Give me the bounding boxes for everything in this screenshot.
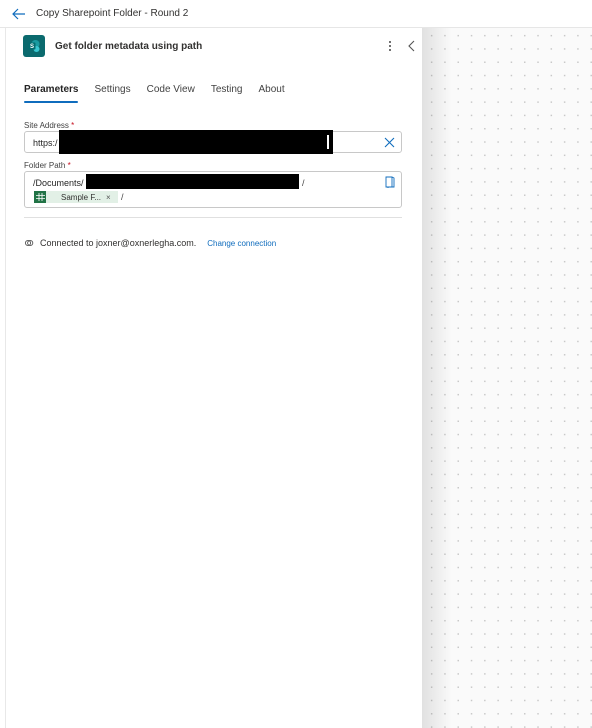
close-icon[interactable] — [384, 137, 395, 148]
panel-header: S Get folder metadata using path — [6, 28, 423, 64]
chevron-left-icon[interactable] — [406, 38, 418, 54]
folder-picker-icon[interactable] — [385, 176, 395, 188]
change-connection-link[interactable]: Change connection — [207, 239, 276, 248]
sharepoint-icon: S — [23, 35, 45, 57]
tab-parameters[interactable]: Parameters — [24, 84, 79, 103]
connection-info: Connected to joxner@oxnerlegha.com. Chan… — [24, 238, 276, 248]
arrow-left-icon[interactable] — [11, 6, 27, 22]
redacted-region — [59, 130, 333, 154]
tab-about[interactable]: About — [259, 84, 285, 103]
token-label: Sample F... — [61, 192, 102, 202]
more-vertical-icon[interactable] — [385, 38, 395, 54]
dynamic-content-token[interactable]: Sample F... × — [34, 191, 118, 203]
required-mark: * — [67, 161, 71, 170]
text-cursor — [327, 135, 329, 149]
folder-path-prefix: /Documents/ — [33, 178, 84, 188]
site-address-label: Site Address * — [24, 121, 75, 130]
link-icon — [24, 239, 34, 247]
tab-settings[interactable]: Settings — [94, 84, 130, 103]
folder-path-label: Folder Path * — [24, 161, 71, 170]
svg-text:S: S — [30, 44, 34, 50]
tab-code-view[interactable]: Code View — [147, 84, 195, 103]
folder-path-input[interactable]: /Documents/ / Sample F... × / — [24, 171, 402, 208]
flow-title: Copy Sharepoint Folder - Round 2 — [36, 8, 189, 19]
section-divider — [24, 217, 402, 218]
connection-text: Connected to joxner@oxnerlegha.com. — [40, 238, 197, 248]
redacted-region — [86, 174, 299, 189]
panel-tabs: Parameters Settings Code View Testing Ab… — [24, 84, 301, 103]
top-bar: Copy Sharepoint Folder - Round 2 — [0, 0, 592, 28]
folder-path-suffix: / — [302, 178, 305, 188]
site-address-value: https:/ — [33, 138, 58, 148]
site-address-input[interactable]: https:/ — [24, 130, 402, 154]
operation-title: Get folder metadata using path — [55, 41, 203, 52]
required-mark: * — [71, 121, 75, 130]
action-details-panel: S Get folder metadata using path Paramet… — [5, 28, 422, 728]
panel-shadow — [422, 28, 452, 728]
token-suffix: / — [121, 192, 124, 202]
token-remove-button[interactable]: × — [106, 193, 111, 202]
tab-testing[interactable]: Testing — [211, 84, 243, 103]
excel-icon — [34, 191, 46, 203]
